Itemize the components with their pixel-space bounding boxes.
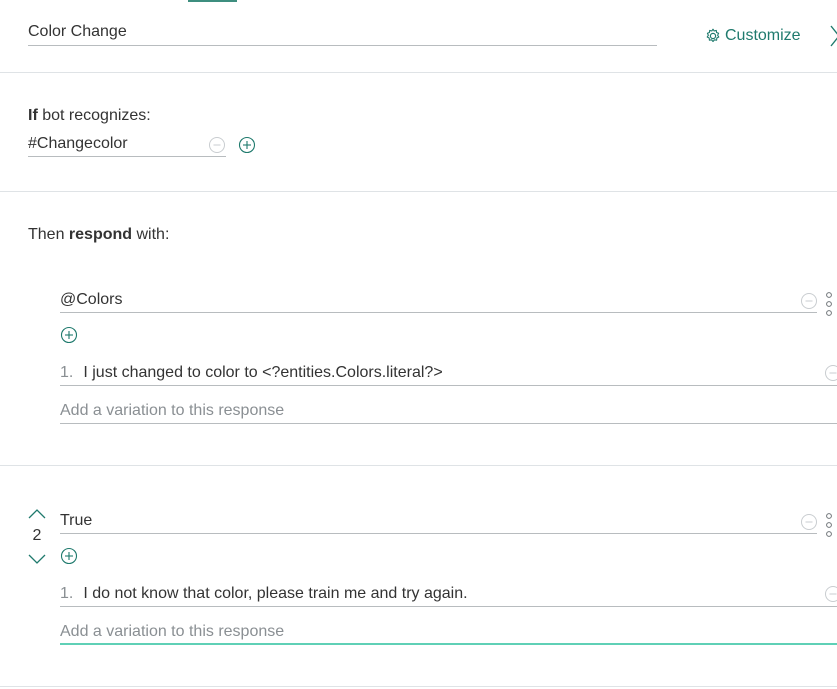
remove-condition-icon[interactable]: [208, 136, 226, 154]
response-order-number: 2: [32, 527, 42, 544]
variation-number: 1.: [60, 585, 74, 602]
if-section: If bot recognizes: #Changecolor: [0, 73, 837, 192]
customize-button[interactable]: Customize: [705, 26, 801, 46]
remove-response-icon[interactable]: [800, 513, 818, 531]
condition-input[interactable]: #Changecolor: [28, 134, 226, 157]
then-label: Then respond with:: [28, 226, 170, 243]
add-condition-icon[interactable]: [60, 547, 78, 565]
remove-variation-icon[interactable]: [824, 585, 837, 603]
node-name-input[interactable]: Color Change: [28, 22, 657, 46]
remove-variation-icon[interactable]: [824, 364, 837, 382]
variation-text: I do not know that color, please train m…: [83, 585, 468, 602]
if-label: If bot recognizes:: [28, 107, 151, 124]
chevron-down-icon[interactable]: [27, 552, 47, 566]
variation-text: I just changed to color to <?entities.Co…: [83, 364, 443, 381]
divider: [0, 465, 837, 466]
variation-number: 1.: [60, 364, 74, 381]
add-variation-input[interactable]: Add a variation to this response: [60, 401, 837, 424]
node-header: Color Change Customize: [0, 0, 837, 73]
divider: [0, 686, 837, 687]
add-condition-icon[interactable]: [60, 326, 78, 344]
chevron-up-icon[interactable]: [27, 507, 47, 521]
more-options-icon[interactable]: [825, 512, 833, 538]
add-variation-input[interactable]: Add a variation to this response: [60, 622, 837, 645]
gear-icon: [706, 28, 720, 43]
remove-response-icon[interactable]: [800, 292, 818, 310]
response-variation[interactable]: 1. I just changed to color to <?entities.…: [60, 363, 837, 386]
more-options-icon[interactable]: [825, 291, 833, 317]
response-variation[interactable]: 1. I do not know that color, please train…: [60, 584, 837, 607]
response-condition-input[interactable]: @Colors: [60, 290, 817, 313]
response-condition-input[interactable]: True: [60, 511, 817, 534]
add-condition-icon[interactable]: [238, 136, 256, 154]
chevron-right-icon[interactable]: [829, 22, 837, 50]
customize-label: Customize: [725, 27, 801, 44]
